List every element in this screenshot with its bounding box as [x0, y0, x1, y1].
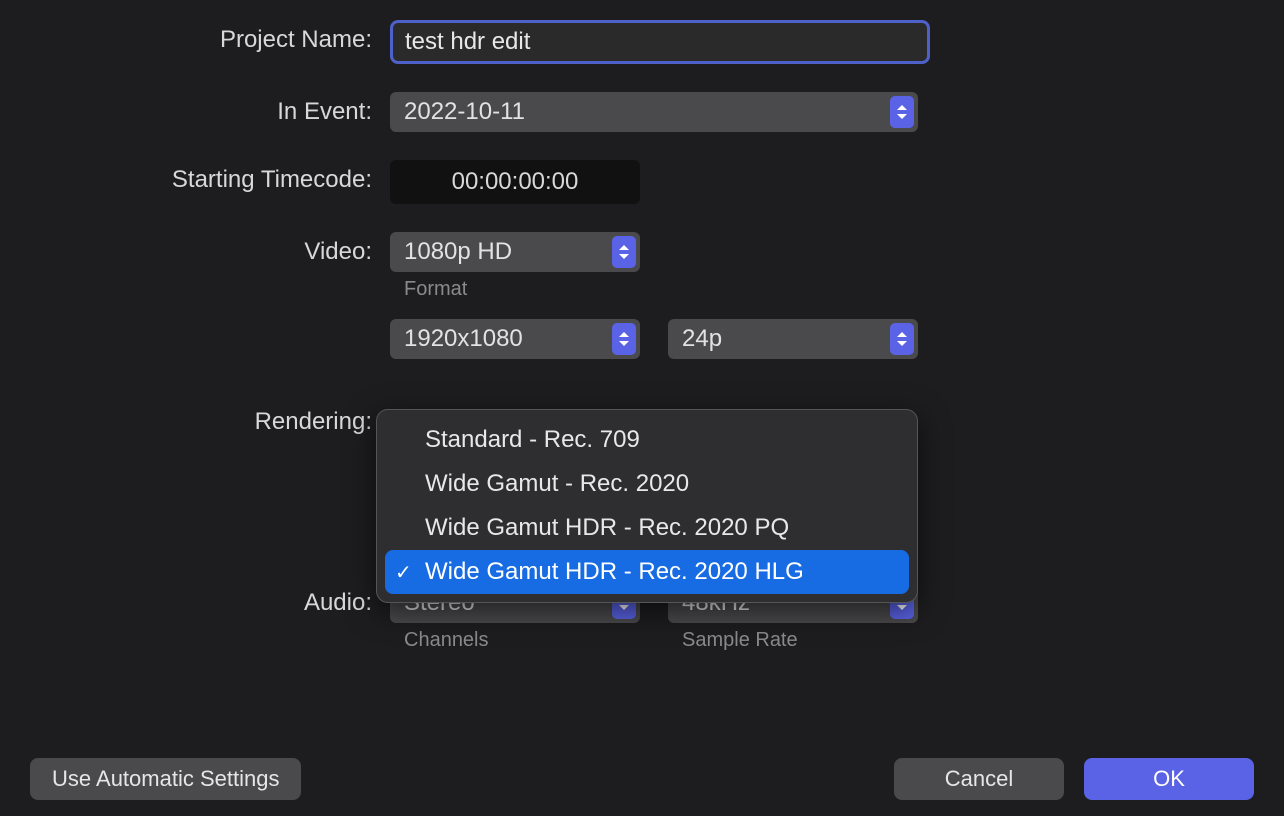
checkmark-icon: ✓ [395, 560, 412, 585]
row-starting-timecode: Starting Timecode: 00:00:00:00 [0, 160, 1284, 204]
color-space-option-2[interactable]: Wide Gamut HDR - Rec. 2020 PQ [385, 506, 909, 550]
color-space-option-3[interactable]: ✓ Wide Gamut HDR - Rec. 2020 HLG [385, 550, 909, 594]
video-rate-select[interactable]: 24p [668, 319, 918, 359]
label-rendering: Rendering: [0, 402, 390, 436]
audio-channels-sublabel: Channels [390, 629, 640, 652]
video-resolution-select[interactable]: 1920x1080 [390, 319, 640, 359]
chevron-updown-icon [890, 96, 914, 128]
label-project-name: Project Name: [0, 20, 390, 54]
option-label: Wide Gamut - Rec. 2020 [425, 470, 689, 498]
label-audio: Audio: [0, 583, 390, 617]
button-label: OK [1153, 766, 1185, 792]
starting-timecode-value: 00:00:00:00 [452, 168, 579, 196]
button-label: Use Automatic Settings [52, 766, 279, 792]
audio-samplerate-sublabel: Sample Rate [668, 629, 918, 652]
chevron-updown-icon [890, 323, 914, 355]
video-format-value: 1080p HD [404, 238, 512, 266]
row-in-event: In Event: 2022-10-11 [0, 92, 1284, 132]
color-space-dropdown[interactable]: Standard - Rec. 709 Wide Gamut - Rec. 20… [376, 409, 918, 603]
option-label: Wide Gamut HDR - Rec. 2020 PQ [425, 514, 789, 542]
video-format-sublabel: Format [390, 278, 640, 301]
project-name-input[interactable] [390, 20, 930, 64]
option-label: Standard - Rec. 709 [425, 426, 640, 454]
label-video: Video: [0, 232, 390, 266]
use-automatic-settings-button[interactable]: Use Automatic Settings [30, 758, 301, 800]
row-project-name: Project Name: [0, 20, 1284, 64]
cancel-button[interactable]: Cancel [894, 758, 1064, 800]
ok-button[interactable]: OK [1084, 758, 1254, 800]
in-event-value: 2022-10-11 [404, 98, 525, 126]
in-event-select[interactable]: 2022-10-11 [390, 92, 918, 132]
video-resolution-value: 1920x1080 [404, 325, 523, 353]
color-space-option-1[interactable]: Wide Gamut - Rec. 2020 [385, 462, 909, 506]
video-format-select[interactable]: 1080p HD [390, 232, 640, 272]
color-space-option-0[interactable]: Standard - Rec. 709 [385, 418, 909, 462]
option-label: Wide Gamut HDR - Rec. 2020 HLG [425, 558, 804, 586]
row-resolution-rate: 1920x1080 Resolution 24p Rate [0, 319, 1284, 388]
button-label: Cancel [945, 766, 1013, 792]
label-starting-timecode: Starting Timecode: [0, 160, 390, 194]
dialog-footer: Use Automatic Settings Cancel OK [0, 758, 1284, 800]
chevron-updown-icon [612, 323, 636, 355]
chevron-updown-icon [612, 236, 636, 268]
label-in-event: In Event: [0, 92, 390, 126]
starting-timecode-input[interactable]: 00:00:00:00 [390, 160, 640, 204]
row-video: Video: 1080p HD Format [0, 232, 1284, 301]
video-rate-value: 24p [682, 325, 722, 353]
